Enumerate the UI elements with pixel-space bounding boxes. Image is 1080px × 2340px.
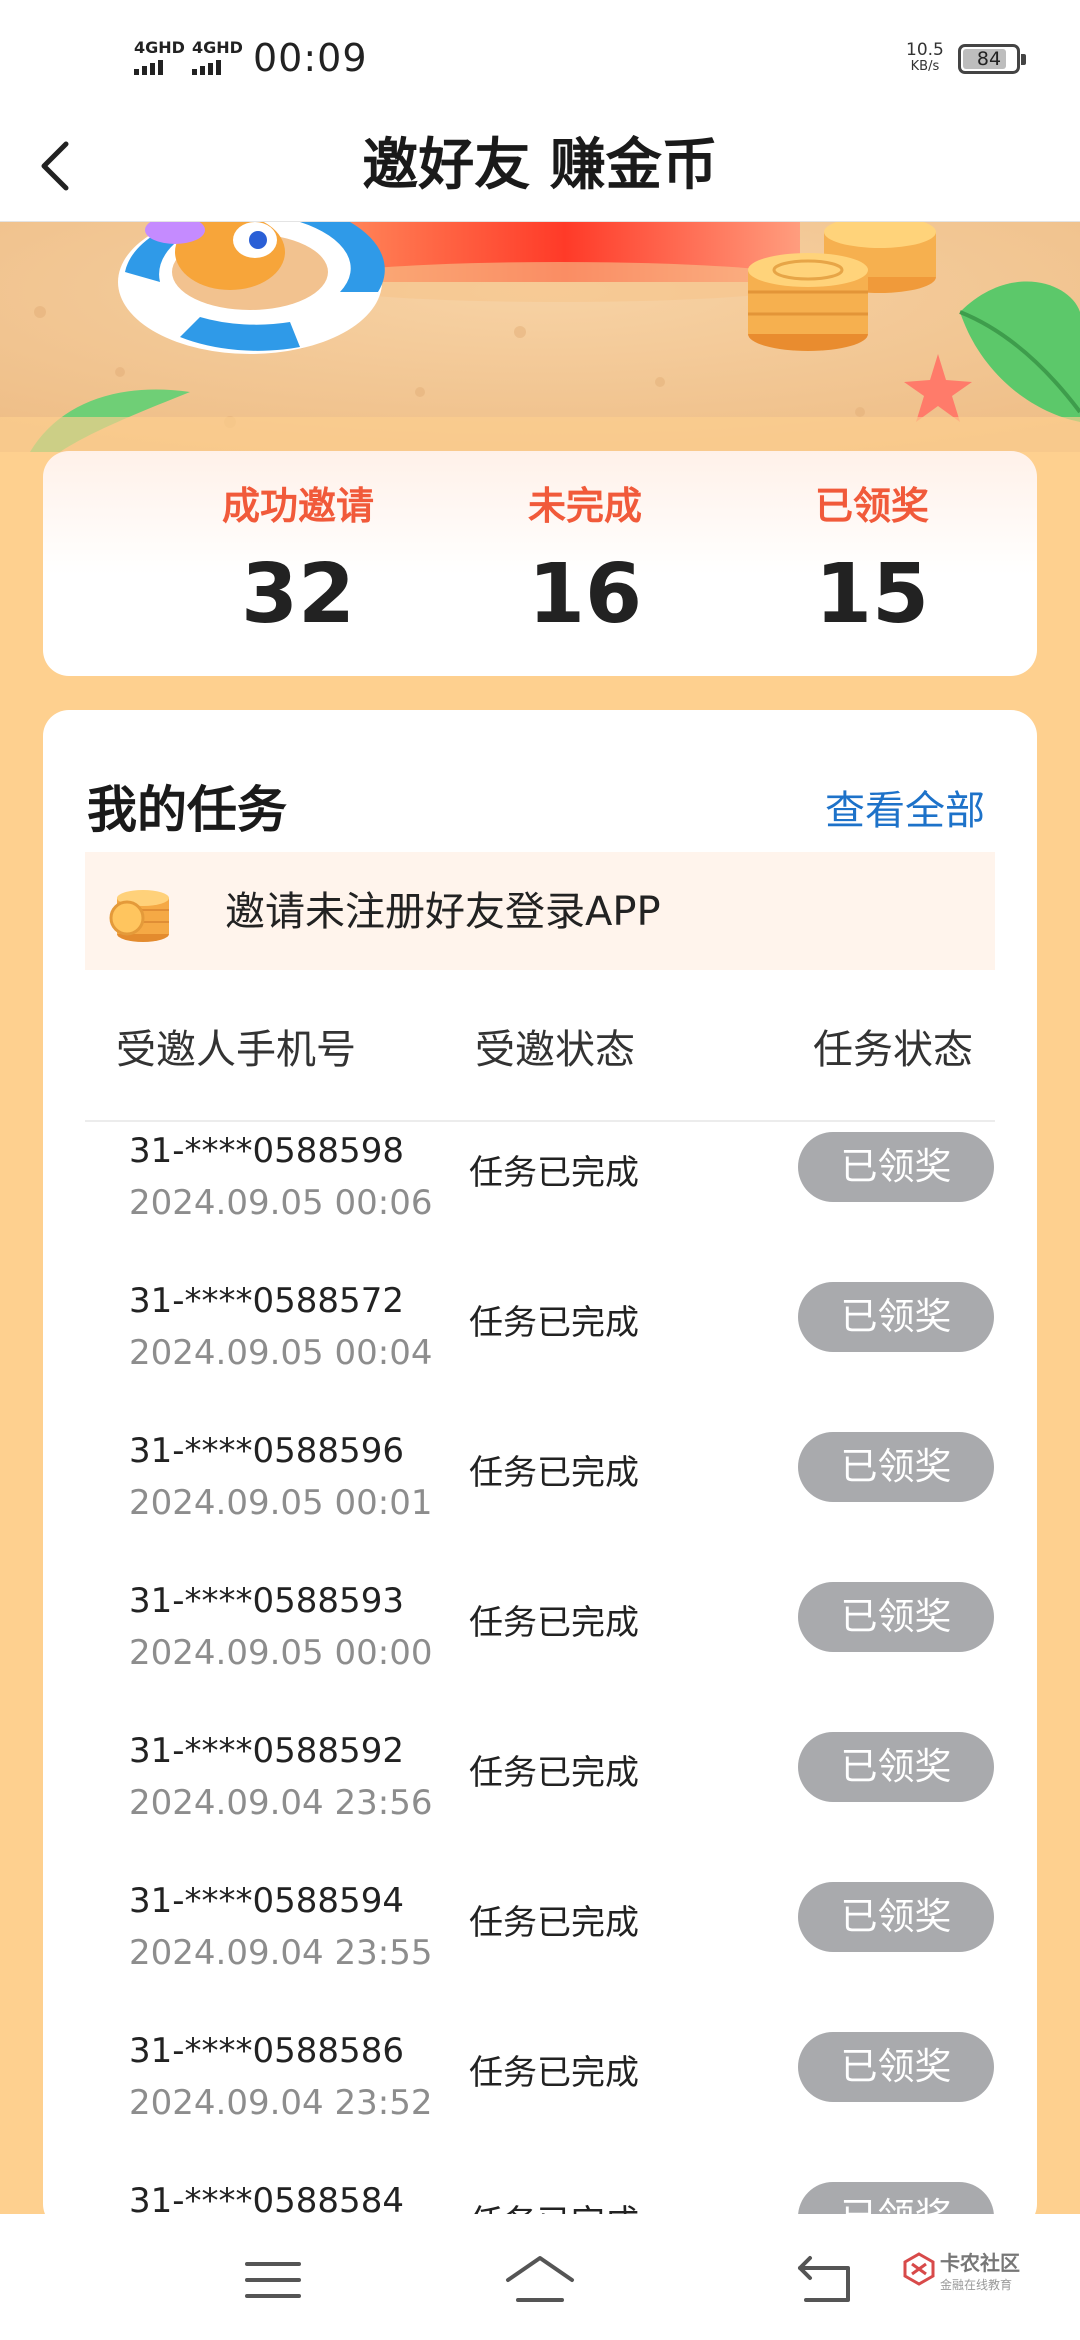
- invite-stats-card: 成功邀请 32 未完成 16 已领奖 15: [43, 451, 1037, 676]
- battery-icon: 84: [958, 44, 1026, 74]
- signal-bars-icon: [192, 60, 243, 75]
- signal-indicator-1: 4GHD: [134, 40, 185, 75]
- invite-date: 2024.09.05 00:00: [129, 1633, 433, 1673]
- claimed-button[interactable]: 已领奖: [798, 1132, 994, 1202]
- invite-date: 2024.09.05 00:06: [129, 1183, 433, 1223]
- my-tasks-card: 我的任务 查看全部 邀请未注册好友登录APP 受邀人手机号 受邀状态 任务状态 …: [43, 710, 1037, 2230]
- invitee-list: 31-****0588598 2024.09.05 00:06 任务已完成 已领奖 31…: [43, 710, 1037, 2230]
- invitee-row: 31-****0588592 2024.09.04 23:56 任务已完成 已领奖: [43, 1728, 1037, 1878]
- invite-date: 2024.09.04 23:55: [129, 1933, 433, 1973]
- invitee-phone: 31-****0588598: [129, 1131, 404, 1171]
- stat-incomplete: 未完成 16: [435, 481, 735, 645]
- invite-status: 任务已完成: [469, 1303, 639, 1343]
- invitee-row: 31-****0588572 2024.09.05 00:04 任务已完成 已领奖: [43, 1278, 1037, 1428]
- invitee-row: 31-****0588593 2024.09.05 00:00 任务已完成 已领奖: [43, 1578, 1037, 1728]
- signal-indicator-2: 4GHD: [192, 40, 243, 75]
- signal-label-2: 4GHD: [192, 38, 243, 57]
- battery-nub: [1021, 54, 1026, 65]
- claimed-button[interactable]: 已领奖: [798, 1282, 994, 1352]
- stat-label: 未完成: [527, 484, 642, 528]
- network-speed-value: 10.5: [906, 40, 944, 60]
- invite-date: 2024.09.05 00:01: [129, 1483, 433, 1523]
- watermark-logo-icon: [903, 2252, 935, 2286]
- invite-status: 任务已完成: [469, 1453, 639, 1493]
- invitee-row: 31-****0588586 2024.09.04 23:52 任务已完成 已领奖: [43, 2028, 1037, 2178]
- claimed-button[interactable]: 已领奖: [798, 1432, 994, 1502]
- invitee-phone: 31-****0588596: [129, 1431, 404, 1471]
- stat-label: 成功邀请: [221, 484, 374, 528]
- invite-status: 任务已完成: [469, 1753, 639, 1793]
- return-icon[interactable]: [796, 2254, 858, 2306]
- status-time: 00:09: [253, 36, 368, 80]
- invitee-phone: 31-****0588572: [129, 1281, 404, 1321]
- page-title: 邀好友 赚金币: [362, 133, 718, 198]
- invitee-row: 31-****0588598 2024.09.05 00:06 任务已完成 已领奖: [43, 1128, 1037, 1278]
- promo-banner: [0, 222, 1080, 452]
- watermark-name: 卡农社区: [940, 2251, 1020, 2275]
- claimed-button[interactable]: 已领奖: [798, 1882, 994, 1952]
- signal-bars-icon: [134, 60, 185, 75]
- invite-status: 任务已完成: [469, 1153, 639, 1193]
- invitee-phone: 31-****0588592: [129, 1731, 404, 1771]
- stat-success-invites: 成功邀请 32: [148, 481, 448, 645]
- invitee-row: 31-****0588594 2024.09.04 23:55 任务已完成 已领奖: [43, 1878, 1037, 2028]
- invitee-phone: 31-****0588594: [129, 1881, 404, 1921]
- stat-label: 已领奖: [814, 484, 929, 528]
- invite-friends-page: 4GHD 4GHD 00:09 10.5 KB/s 84 邀好友 赚金币 成功邀…: [0, 0, 1080, 2340]
- stat-claimed: 已领奖 15: [722, 481, 1022, 645]
- stat-value: 15: [814, 547, 930, 642]
- invite-date: 2024.09.04 23:52: [129, 2083, 433, 2123]
- status-bar: 4GHD 4GHD 00:09 10.5 KB/s 84: [0, 0, 1080, 110]
- invitee-row: 31-****0588596 2024.09.05 00:01 任务已完成 已领奖: [43, 1428, 1037, 1578]
- claimed-button[interactable]: 已领奖: [798, 2032, 994, 2102]
- invite-date: 2024.09.05 00:04: [129, 1333, 433, 1373]
- invite-status: 任务已完成: [469, 1903, 639, 1943]
- invitee-phone: 31-****0588586: [129, 2031, 404, 2071]
- stat-value: 16: [527, 547, 643, 642]
- claimed-button[interactable]: 已领奖: [798, 1582, 994, 1652]
- network-speed: 10.5 KB/s: [906, 40, 944, 75]
- signal-label-1: 4GHD: [134, 38, 185, 57]
- claimed-button[interactable]: 已领奖: [798, 1732, 994, 1802]
- invite-date: 2024.09.04 23:56: [129, 1783, 433, 1823]
- menu-icon[interactable]: [243, 2258, 303, 2302]
- invite-status: 任务已完成: [469, 1603, 639, 1643]
- invitee-phone: 31-****0588593: [129, 1581, 404, 1621]
- battery-level: 84: [976, 48, 1002, 70]
- stat-value: 32: [240, 547, 356, 642]
- invite-status: 任务已完成: [469, 2053, 639, 2093]
- app-header: 邀好友 赚金币: [0, 110, 1080, 222]
- network-speed-unit: KB/s: [910, 59, 940, 74]
- beach-banner-illustration: [0, 222, 1080, 452]
- home-icon[interactable]: [504, 2254, 576, 2306]
- watermark-subtitle: 金融在线教育: [940, 2278, 1013, 2292]
